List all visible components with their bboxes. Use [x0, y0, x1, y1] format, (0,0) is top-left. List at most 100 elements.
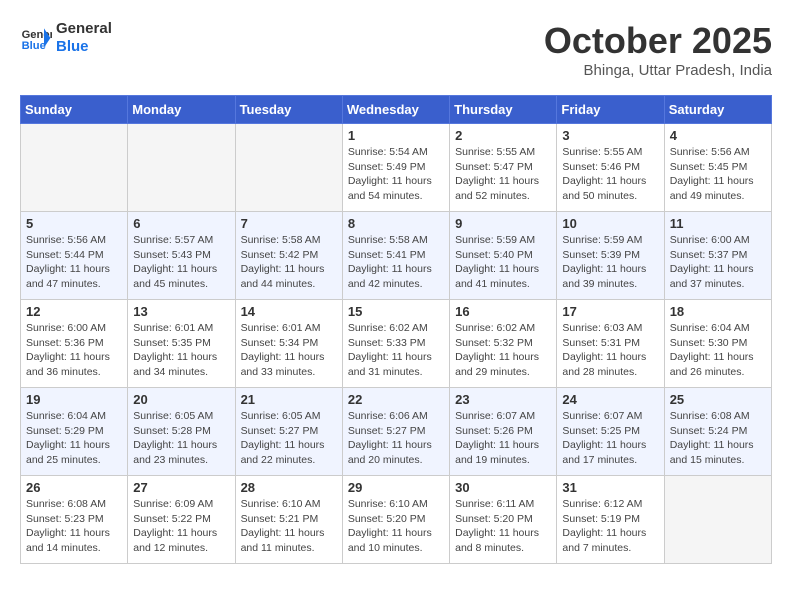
day-info: Sunrise: 5:55 AMSunset: 5:46 PMDaylight:…	[562, 145, 658, 204]
logo-line2: Blue	[56, 38, 112, 56]
calendar-cell: 9Sunrise: 5:59 AMSunset: 5:40 PMDaylight…	[450, 212, 557, 300]
calendar-week-row: 5Sunrise: 5:56 AMSunset: 5:44 PMDaylight…	[21, 212, 772, 300]
day-number: 25	[670, 392, 766, 407]
logo-icon: General Blue	[20, 22, 52, 54]
calendar-cell: 1Sunrise: 5:54 AMSunset: 5:49 PMDaylight…	[342, 124, 449, 212]
day-info: Sunrise: 5:59 AMSunset: 5:39 PMDaylight:…	[562, 233, 658, 292]
calendar-cell: 19 Sunrise: 6:04 AMSunset: 5:29 PMDayligh…	[21, 388, 128, 476]
calendar-table: SundayMondayTuesdayWednesdayThursdayFrid…	[20, 95, 772, 564]
title-block: October 2025 Bhinga, Uttar Pradesh, Indi…	[544, 20, 772, 79]
calendar-cell: 12 Sunrise: 6:00 AMSunset: 5:36 PMDayligh…	[21, 300, 128, 388]
day-number: 10	[562, 216, 658, 231]
day-info: Sunrise: 5:55 AMSunset: 5:47 PMDaylight:…	[455, 145, 551, 204]
day-number: 18	[670, 304, 766, 319]
logo: General Blue General Blue	[20, 20, 112, 56]
page-header: General Blue General Blue October 2025 B…	[20, 20, 772, 79]
weekday-header: Saturday	[664, 96, 771, 124]
day-number: 2	[455, 128, 551, 143]
calendar-cell: 18Sunrise: 6:04 AMSunset: 5:30 PMDayligh…	[664, 300, 771, 388]
day-number: 31	[562, 480, 658, 495]
weekday-header: Wednesday	[342, 96, 449, 124]
calendar-cell	[235, 124, 342, 212]
calendar-week-row: 19 Sunrise: 6:04 AMSunset: 5:29 PMDayligh…	[21, 388, 772, 476]
day-number: 28	[241, 480, 337, 495]
day-info: Sunrise: 5:58 AMSunset: 5:42 PMDaylight:…	[241, 233, 337, 292]
weekday-header: Thursday	[450, 96, 557, 124]
svg-text:Blue: Blue	[22, 40, 46, 52]
location-subtitle: Bhinga, Uttar Pradesh, India	[544, 62, 772, 79]
day-info: Sunrise: 6:01 AMSunset: 5:35 PMDaylight:…	[133, 321, 229, 380]
calendar-cell: 5Sunrise: 5:56 AMSunset: 5:44 PMDaylight…	[21, 212, 128, 300]
day-info: Sunrise: 6:03 AMSunset: 5:31 PMDaylight:…	[562, 321, 658, 380]
day-info: Sunrise: 6:08 AMSunset: 5:23 PMDaylight:…	[26, 497, 122, 556]
day-info: Sunrise: 6:02 AMSunset: 5:32 PMDaylight:…	[455, 321, 551, 380]
day-number: 8	[348, 216, 444, 231]
day-number: 13	[133, 304, 229, 319]
calendar-cell: 10 Sunrise: 5:59 AMSunset: 5:39 PMDayligh…	[557, 212, 664, 300]
day-number: 14	[241, 304, 337, 319]
calendar-cell: 20 Sunrise: 6:05 AMSunset: 5:28 PMDayligh…	[128, 388, 235, 476]
day-info: Sunrise: 6:01 AMSunset: 5:34 PMDaylight:…	[241, 321, 337, 380]
day-info: Sunrise: 6:06 AMSunset: 5:27 PMDaylight:…	[348, 409, 444, 468]
calendar-cell: 24Sunrise: 6:07 AMSunset: 5:25 PMDayligh…	[557, 388, 664, 476]
calendar-cell: 28 Sunrise: 6:10 AMSunset: 5:21 PMDayligh…	[235, 476, 342, 564]
calendar-week-row: 12 Sunrise: 6:00 AMSunset: 5:36 PMDayligh…	[21, 300, 772, 388]
day-number: 4	[670, 128, 766, 143]
calendar-cell: 16 Sunrise: 6:02 AMSunset: 5:32 PMDayligh…	[450, 300, 557, 388]
calendar-cell	[21, 124, 128, 212]
day-info: Sunrise: 5:56 AMSunset: 5:45 PMDaylight:…	[670, 145, 766, 204]
day-number: 15	[348, 304, 444, 319]
calendar-cell: 29 Sunrise: 6:10 AMSunset: 5:20 PMDayligh…	[342, 476, 449, 564]
day-info: Sunrise: 6:10 AMSunset: 5:21 PMDaylight:…	[241, 497, 337, 556]
calendar-week-row: 26 Sunrise: 6:08 AMSunset: 5:23 PMDayligh…	[21, 476, 772, 564]
calendar-cell: 2 Sunrise: 5:55 AMSunset: 5:47 PMDaylight…	[450, 124, 557, 212]
day-info: Sunrise: 5:56 AMSunset: 5:44 PMDaylight:…	[26, 233, 122, 292]
calendar-cell: 4 Sunrise: 5:56 AMSunset: 5:45 PMDaylight…	[664, 124, 771, 212]
calendar-cell	[128, 124, 235, 212]
weekday-header-row: SundayMondayTuesdayWednesdayThursdayFrid…	[21, 96, 772, 124]
day-info: Sunrise: 6:00 AMSunset: 5:37 PMDaylight:…	[670, 233, 766, 292]
day-number: 22	[348, 392, 444, 407]
day-number: 21	[241, 392, 337, 407]
day-number: 1	[348, 128, 444, 143]
logo-line1: General	[56, 20, 112, 38]
weekday-header: Tuesday	[235, 96, 342, 124]
day-info: Sunrise: 6:04 AMSunset: 5:29 PMDaylight:…	[26, 409, 122, 468]
calendar-cell: 11 Sunrise: 6:00 AMSunset: 5:37 PMDayligh…	[664, 212, 771, 300]
weekday-header: Friday	[557, 96, 664, 124]
day-number: 16	[455, 304, 551, 319]
day-number: 30	[455, 480, 551, 495]
calendar-cell: 30 Sunrise: 6:11 AMSunset: 5:20 PMDayligh…	[450, 476, 557, 564]
calendar-cell: 21 Sunrise: 6:05 AMSunset: 5:27 PMDayligh…	[235, 388, 342, 476]
day-number: 7	[241, 216, 337, 231]
day-info: Sunrise: 6:05 AMSunset: 5:28 PMDaylight:…	[133, 409, 229, 468]
day-info: Sunrise: 5:58 AMSunset: 5:41 PMDaylight:…	[348, 233, 444, 292]
day-info: Sunrise: 6:07 AMSunset: 5:25 PMDaylight:…	[562, 409, 658, 468]
day-info: Sunrise: 6:08 AMSunset: 5:24 PMDaylight:…	[670, 409, 766, 468]
month-title: October 2025	[544, 20, 772, 62]
calendar-cell: 13 Sunrise: 6:01 AMSunset: 5:35 PMDayligh…	[128, 300, 235, 388]
day-number: 17	[562, 304, 658, 319]
calendar-cell	[664, 476, 771, 564]
day-info: Sunrise: 6:11 AMSunset: 5:20 PMDaylight:…	[455, 497, 551, 556]
day-info: Sunrise: 6:05 AMSunset: 5:27 PMDaylight:…	[241, 409, 337, 468]
weekday-header: Monday	[128, 96, 235, 124]
calendar-cell: 26 Sunrise: 6:08 AMSunset: 5:23 PMDayligh…	[21, 476, 128, 564]
calendar-cell: 7 Sunrise: 5:58 AMSunset: 5:42 PMDaylight…	[235, 212, 342, 300]
day-number: 11	[670, 216, 766, 231]
day-number: 19	[26, 392, 122, 407]
calendar-cell: 8 Sunrise: 5:58 AMSunset: 5:41 PMDaylight…	[342, 212, 449, 300]
day-info: Sunrise: 6:00 AMSunset: 5:36 PMDaylight:…	[26, 321, 122, 380]
calendar-cell: 25 Sunrise: 6:08 AMSunset: 5:24 PMDayligh…	[664, 388, 771, 476]
day-number: 6	[133, 216, 229, 231]
day-number: 20	[133, 392, 229, 407]
day-info: Sunrise: 5:59 AMSunset: 5:40 PMDaylight:…	[455, 233, 551, 292]
day-number: 29	[348, 480, 444, 495]
day-number: 12	[26, 304, 122, 319]
day-number: 26	[26, 480, 122, 495]
day-info: Sunrise: 6:10 AMSunset: 5:20 PMDaylight:…	[348, 497, 444, 556]
calendar-cell: 23Sunrise: 6:07 AMSunset: 5:26 PMDayligh…	[450, 388, 557, 476]
day-number: 27	[133, 480, 229, 495]
calendar-cell: 6Sunrise: 5:57 AMSunset: 5:43 PMDaylight…	[128, 212, 235, 300]
weekday-header: Sunday	[21, 96, 128, 124]
